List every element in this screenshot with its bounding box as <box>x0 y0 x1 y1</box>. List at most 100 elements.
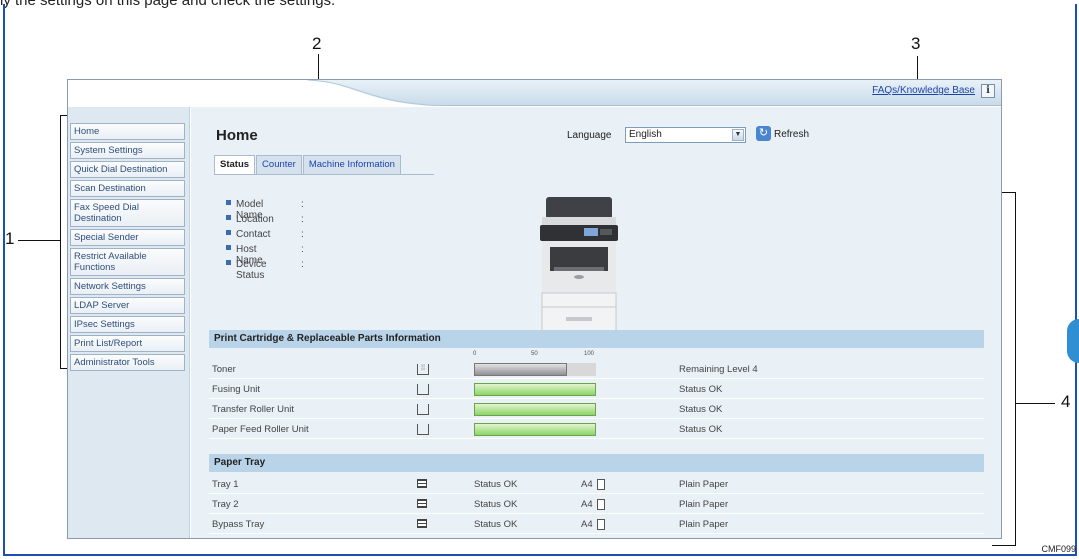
cartridge-table: Toner ░ Remaining Level 4 Fusing Unit St… <box>209 359 984 439</box>
table-row: Bypass Tray Status OK A4 Plain Paper <box>209 514 984 534</box>
sidebar-item-quick-dial-destination[interactable]: Quick Dial Destination <box>70 161 185 178</box>
callout-2-number: 2 <box>312 34 322 53</box>
level-bar <box>474 403 596 416</box>
device-info-row-contact: Contact : <box>226 229 304 244</box>
bullet-icon <box>226 200 231 205</box>
scale-label-0: 0 <box>473 351 477 357</box>
device-info-colon: : <box>301 229 304 240</box>
callout-3-line <box>917 56 918 80</box>
callout-3-number: 3 <box>911 34 921 53</box>
tray-icon <box>417 499 427 508</box>
level-bar-fill <box>474 423 596 436</box>
level-bar <box>474 423 596 436</box>
part-name: Transfer Roller Unit <box>212 404 295 415</box>
paper-type: Plain Paper <box>679 479 729 490</box>
paper-orientation-icon <box>597 479 605 490</box>
tab-machine-information[interactable]: Machine Information <box>302 155 401 174</box>
side-tab-marker <box>1067 319 1079 363</box>
paper-orientation-icon <box>597 519 605 530</box>
tray-status: Status OK <box>474 519 518 530</box>
sidebar-item-scan-destination[interactable]: Scan Destination <box>70 180 185 197</box>
paper-orientation-icon <box>597 499 605 510</box>
scale-label-50: 50 <box>531 351 538 357</box>
sidebar-item-print-list-report[interactable]: Print List/Report <box>70 335 185 352</box>
device-info-row-host-name: Host Name : <box>226 244 304 266</box>
sidebar-item-ipsec-settings[interactable]: IPsec Settings <box>70 316 185 333</box>
tray-status: Status OK <box>474 499 518 510</box>
callout-4-bracket-bottom <box>992 545 1016 546</box>
bullet-icon <box>226 215 231 220</box>
tab-counter[interactable]: Counter <box>256 155 302 174</box>
info-icon[interactable]: i <box>981 84 995 98</box>
bullet-icon <box>226 245 231 250</box>
part-icon <box>417 384 429 395</box>
device-info-label: Contact <box>236 229 271 240</box>
top-bar-swoosh <box>68 80 448 106</box>
callout-4-bracket <box>1015 192 1016 545</box>
table-row: Fusing Unit Status OK <box>209 379 984 399</box>
sidebar-item-administrator-tools[interactable]: Administrator Tools <box>70 354 185 371</box>
refresh-icon[interactable]: ↻ <box>756 126 771 141</box>
level-bar <box>474 383 596 396</box>
tray-status: Status OK <box>474 479 518 490</box>
page-title: Home <box>216 127 258 144</box>
paper-size: A4 <box>581 519 593 530</box>
sidebar-item-home[interactable]: Home <box>70 123 185 140</box>
part-status: Remaining Level 4 <box>679 364 758 375</box>
tray-name: Bypass Tray <box>212 519 265 530</box>
paper-type: Plain Paper <box>679 499 729 510</box>
paper-tray-table: Tray 1 Status OK A4 Plain Paper Tray 2 S… <box>209 474 984 534</box>
scale-label-100: 100 <box>584 351 595 357</box>
paper-tray-section-title: Paper Tray <box>209 454 984 472</box>
callout-4-line <box>1015 403 1055 404</box>
device-info-label: Location <box>236 214 274 225</box>
level-bar-fill <box>474 403 596 416</box>
part-status: Status OK <box>679 424 723 435</box>
sidebar-item-ldap-server[interactable]: LDAP Server <box>70 297 185 314</box>
level-bar-fill <box>474 363 567 376</box>
callout-1-bracket <box>60 115 61 369</box>
printer-image <box>540 197 618 332</box>
sidebar-item-fax-speed-dial-destination[interactable]: Fax Speed Dial Destination <box>70 199 185 227</box>
part-status: Status OK <box>679 384 723 395</box>
figure-code: CMF099 <box>1041 544 1076 554</box>
tab-status[interactable]: Status <box>214 155 256 175</box>
table-row: Transfer Roller Unit Status OK <box>209 399 984 419</box>
sidebar-item-special-sender[interactable]: Special Sender <box>70 229 185 246</box>
callout-1-number: 1 <box>5 229 15 248</box>
sidebar-menu: Home System Settings Quick Dial Destinat… <box>70 123 185 373</box>
sidebar-item-system-settings[interactable]: System Settings <box>70 142 185 159</box>
main-content: Home Language English ▼ ↻ Refresh Status… <box>191 107 1001 538</box>
bullet-icon <box>226 230 231 235</box>
device-info-colon: : <box>301 244 304 255</box>
part-name: Fusing Unit <box>212 384 261 395</box>
faq-knowledge-base-link[interactable]: FAQs/Knowledge Base <box>872 85 975 96</box>
sidebar-item-restrict-available-functions[interactable]: Restrict Available Functions <box>70 248 185 276</box>
part-icon <box>417 424 429 435</box>
sidebar: Home System Settings Quick Dial Destinat… <box>68 107 190 538</box>
part-icon <box>417 404 429 415</box>
device-info-label: Device Status <box>236 259 267 281</box>
device-info-colon: : <box>301 199 304 210</box>
table-row: Tray 2 Status OK A4 Plain Paper <box>209 494 984 514</box>
tab-underline <box>214 174 434 175</box>
table-row: Tray 1 Status OK A4 Plain Paper <box>209 474 984 494</box>
level-bar-fill <box>474 383 596 396</box>
tab-bar: Status Counter Machine Information <box>214 155 402 175</box>
cartridge-section-title: Print Cartridge & Replaceable Parts Info… <box>209 330 984 348</box>
paper-type: Plain Paper <box>679 519 729 530</box>
language-label: Language <box>567 130 612 141</box>
sidebar-item-network-settings[interactable]: Network Settings <box>70 278 185 295</box>
paper-size: A4 <box>581 499 593 510</box>
table-row: Toner ░ Remaining Level 4 <box>209 359 984 379</box>
tray-icon <box>417 519 427 528</box>
toner-icon: ░ <box>417 364 429 375</box>
device-info-colon: : <box>301 259 304 270</box>
device-info-row-model-name: Model Name : <box>226 199 304 221</box>
device-info-row-location: Location : <box>226 214 304 229</box>
language-select[interactable]: English ▼ <box>625 127 746 143</box>
tray-name: Tray 1 <box>212 479 239 490</box>
device-info-row-device-status: Device Status : <box>226 259 304 281</box>
chevron-down-icon[interactable]: ▼ <box>732 129 744 141</box>
refresh-button[interactable]: Refresh <box>774 129 809 140</box>
